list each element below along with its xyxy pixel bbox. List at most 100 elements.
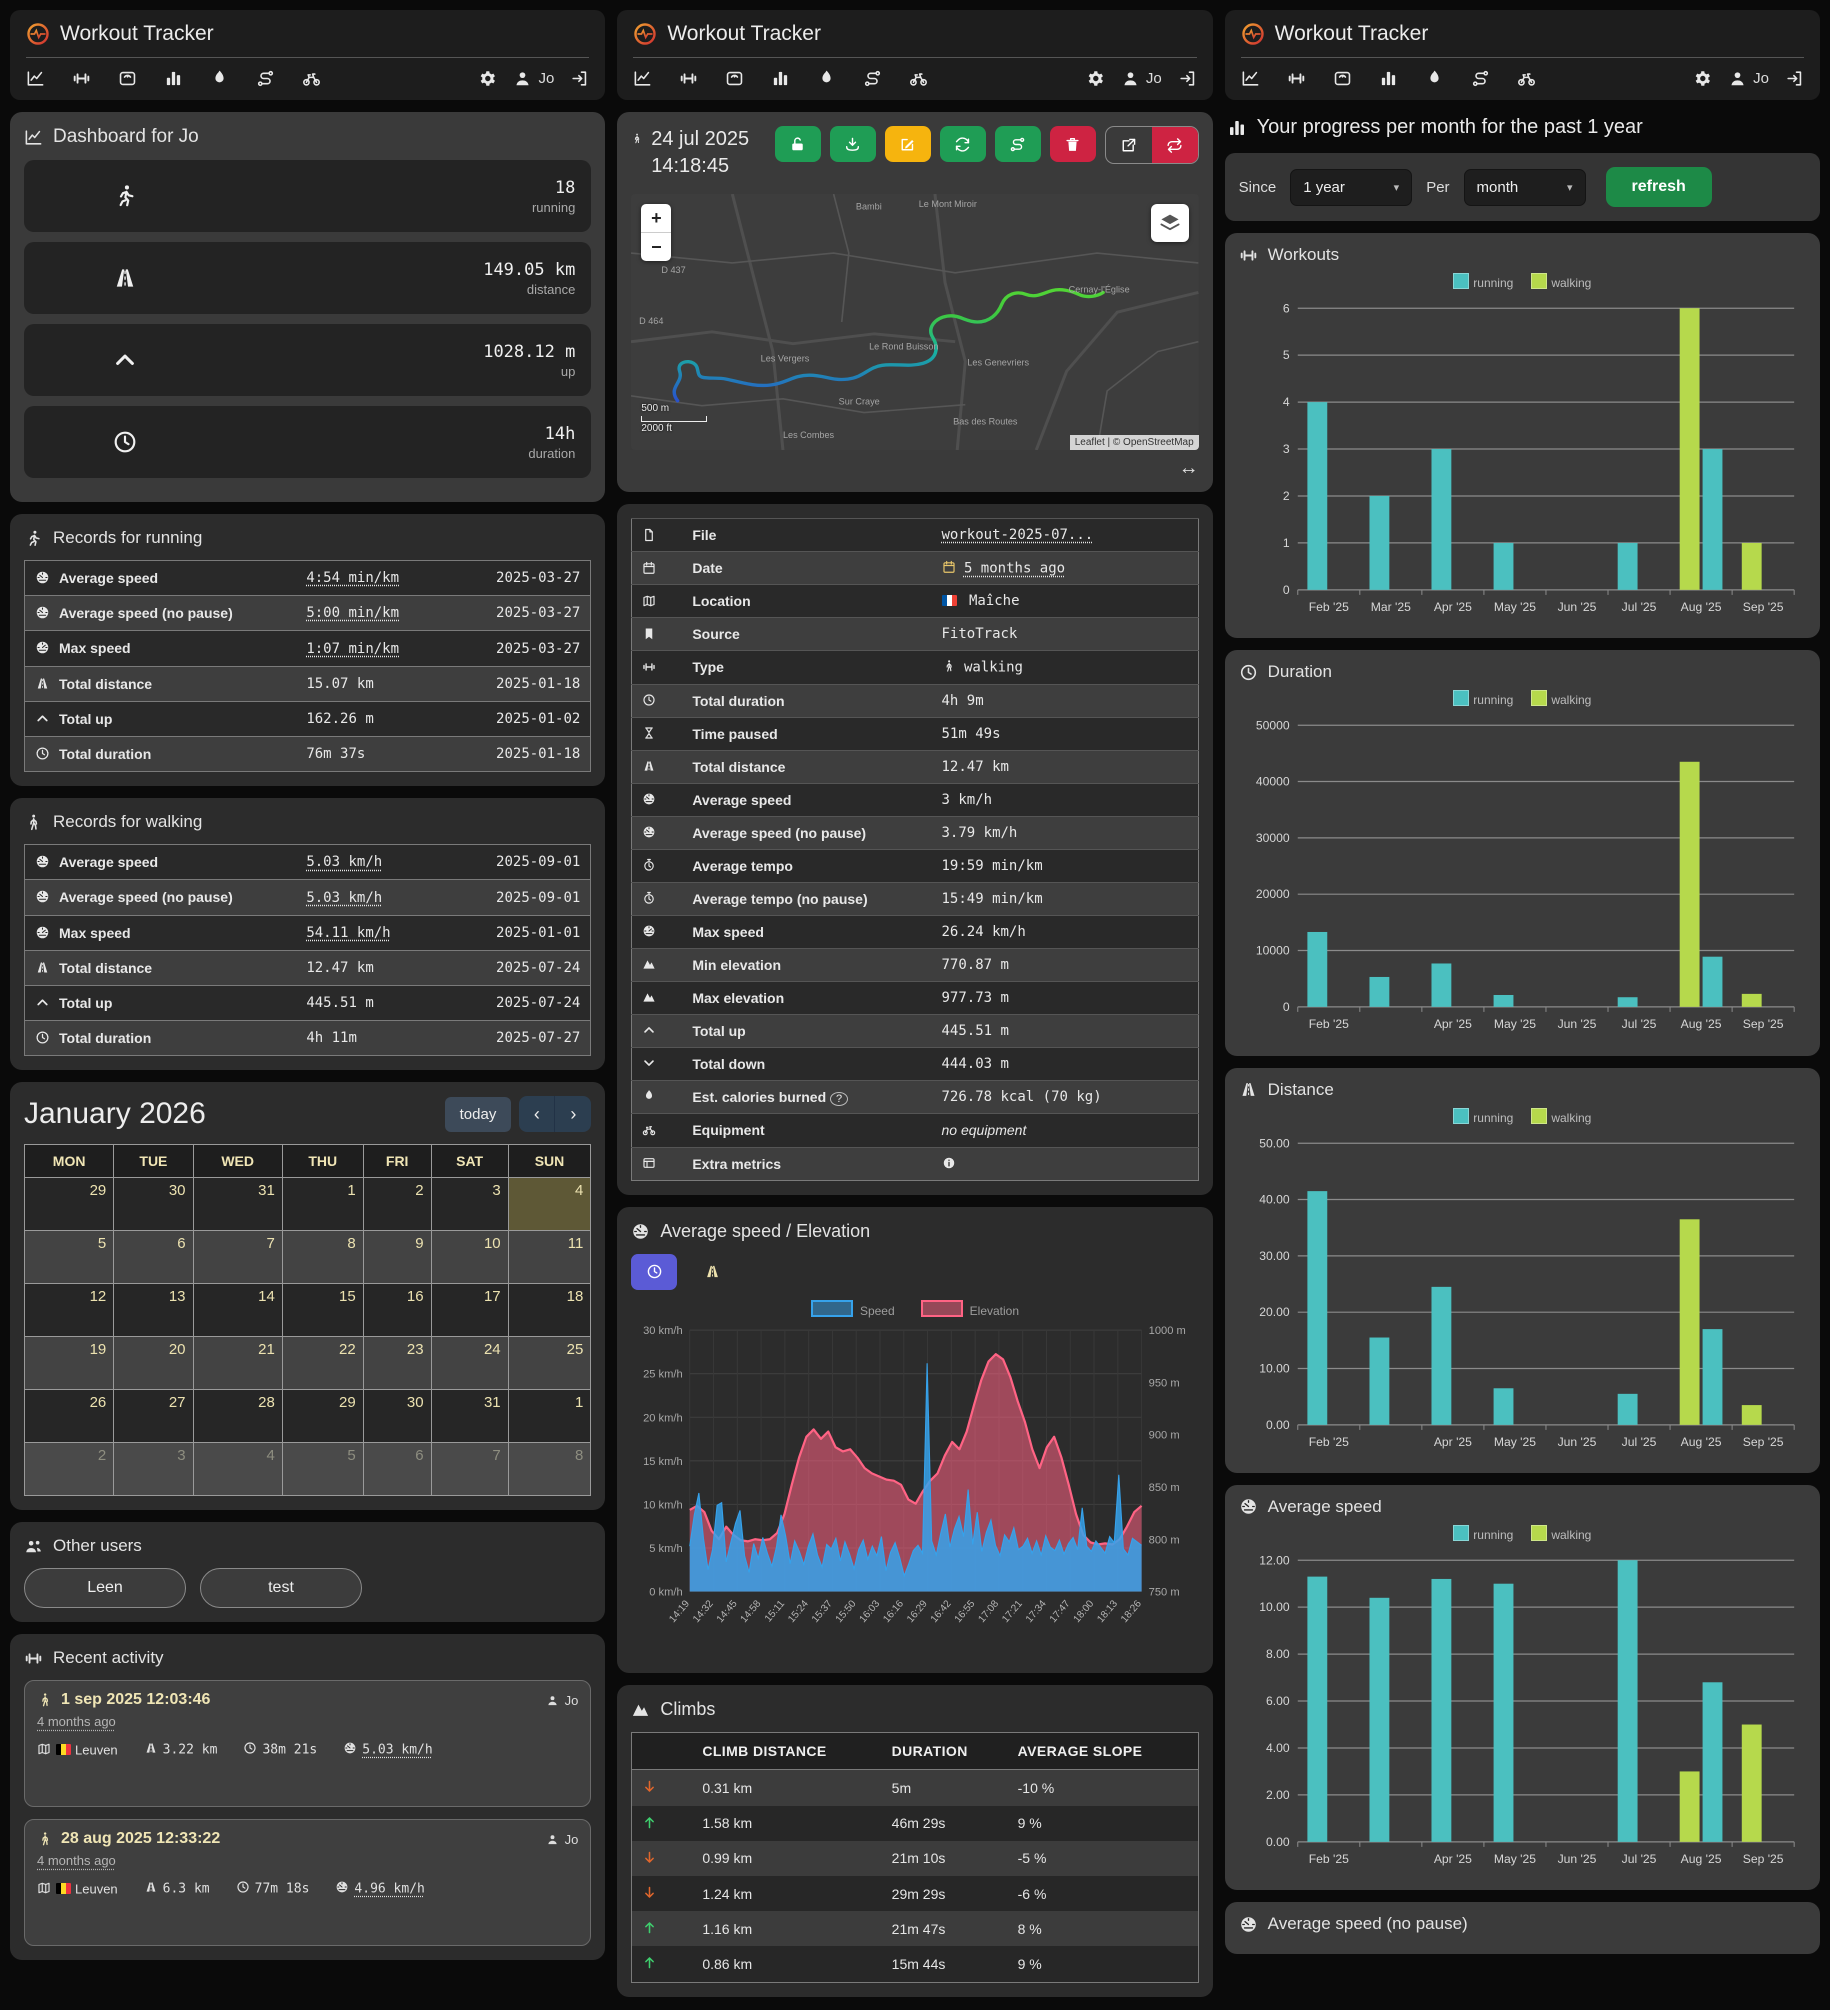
bar-chart-icon[interactable]	[771, 69, 790, 88]
calendar-day[interactable]: 4	[508, 1178, 591, 1231]
trash-button[interactable]	[1050, 126, 1096, 162]
calendar-day[interactable]: 29	[25, 1178, 114, 1231]
expand-map-icon[interactable]: ↔	[1179, 457, 1199, 479]
since-select[interactable]: 1 year ▾	[1290, 169, 1412, 206]
zoom-in-button[interactable]: +	[641, 204, 671, 233]
calendar-day[interactable]: 3	[431, 1178, 508, 1231]
help-icon[interactable]: ?	[830, 1092, 848, 1106]
calendar-day[interactable]: 30	[114, 1178, 193, 1231]
zoom-out-button[interactable]: −	[641, 233, 671, 261]
map-layers-button[interactable]	[1151, 204, 1189, 242]
settings-icon[interactable]	[1086, 69, 1105, 88]
bar-chart-icon[interactable]	[1379, 69, 1398, 88]
workout-map[interactable]: BambiLe Mont MiroirCernay-l'ÉgliseD 437D…	[631, 194, 1198, 450]
logout-icon[interactable]	[570, 69, 589, 88]
refresh-button[interactable]: refresh	[1606, 167, 1712, 207]
calendar-day[interactable]: 26	[25, 1390, 114, 1443]
calendar-day[interactable]: 9	[363, 1231, 431, 1284]
record-value[interactable]: 5.03 km/h	[296, 880, 466, 915]
calendar-day[interactable]: 2	[363, 1178, 431, 1231]
prev-month-button[interactable]: ‹	[519, 1096, 555, 1132]
route-icon[interactable]	[256, 69, 275, 88]
logout-icon[interactable]	[1178, 69, 1197, 88]
calendar-day[interactable]: 8	[282, 1231, 363, 1284]
calendar-day[interactable]: 8	[508, 1443, 591, 1496]
calendar-day[interactable]: 24	[431, 1337, 508, 1390]
logout-icon[interactable]	[1785, 69, 1804, 88]
calendar-day[interactable]: 4	[193, 1443, 282, 1496]
bike-icon[interactable]	[302, 69, 321, 88]
route-icon[interactable]	[863, 69, 882, 88]
record-value[interactable]: 5:00 min/km	[296, 596, 466, 631]
settings-icon[interactable]	[1693, 69, 1712, 88]
activity-speed[interactable]: 5.03 km/h	[343, 1741, 432, 1757]
flame-icon[interactable]	[817, 69, 836, 88]
user-pill-Leen[interactable]: Leen	[24, 1568, 186, 1608]
calendar-day[interactable]: 1	[508, 1390, 591, 1443]
distance-axis-toggle[interactable]	[689, 1254, 735, 1290]
route-button[interactable]	[995, 126, 1041, 162]
calendar-day[interactable]: 28	[193, 1390, 282, 1443]
calendar-day[interactable]: 11	[508, 1231, 591, 1284]
profile-button[interactable]: Jo	[1121, 69, 1162, 88]
bar-chart-icon[interactable]	[164, 69, 183, 88]
dumbbell-icon[interactable]	[72, 69, 91, 88]
settings-icon[interactable]	[478, 69, 497, 88]
calendar-day[interactable]: 5	[25, 1231, 114, 1284]
scale-icon[interactable]	[118, 69, 137, 88]
sync-button[interactable]	[940, 126, 986, 162]
repeat-button[interactable]	[1152, 127, 1198, 163]
next-month-button[interactable]: ›	[555, 1096, 591, 1132]
calendar-day[interactable]: 13	[114, 1284, 193, 1337]
bike-icon[interactable]	[1517, 69, 1536, 88]
edit-button[interactable]	[885, 126, 931, 162]
calendar-day[interactable]: 5	[282, 1443, 363, 1496]
calendar-day[interactable]: 23	[363, 1337, 431, 1390]
user-pill-test[interactable]: test	[200, 1568, 362, 1608]
record-value[interactable]: 1:07 min/km	[296, 631, 466, 666]
record-value[interactable]: 4:54 min/km	[296, 561, 466, 596]
calendar-day[interactable]: 31	[431, 1390, 508, 1443]
calendar-day[interactable]: 20	[114, 1337, 193, 1390]
per-select[interactable]: month ▾	[1464, 169, 1586, 206]
dumbbell-icon[interactable]	[1287, 69, 1306, 88]
calendar-day[interactable]: 14	[193, 1284, 282, 1337]
calendar-day[interactable]: 22	[282, 1337, 363, 1390]
calendar-day[interactable]: 2	[25, 1443, 114, 1496]
calendar-day[interactable]: 19	[25, 1337, 114, 1390]
calendar-day[interactable]: 7	[431, 1443, 508, 1496]
scale-icon[interactable]	[1333, 69, 1352, 88]
flame-icon[interactable]	[210, 69, 229, 88]
profile-button[interactable]: Jo	[1728, 69, 1769, 88]
activity-card[interactable]: 28 aug 2025 12:33:22Jo4 months agoLeuven…	[24, 1819, 591, 1946]
activity-card[interactable]: 1 sep 2025 12:03:46Jo4 months agoLeuven3…	[24, 1680, 591, 1807]
calendar-day[interactable]: 1	[282, 1178, 363, 1231]
calendar-day[interactable]: 17	[431, 1284, 508, 1337]
bike-icon[interactable]	[909, 69, 928, 88]
chart-line-icon[interactable]	[1241, 69, 1260, 88]
route-icon[interactable]	[1471, 69, 1490, 88]
calendar-day[interactable]: 3	[114, 1443, 193, 1496]
calendar-day[interactable]: 25	[508, 1337, 591, 1390]
calendar-day[interactable]: 21	[193, 1337, 282, 1390]
calendar-day[interactable]: 10	[431, 1231, 508, 1284]
record-value[interactable]: 5.03 km/h	[296, 845, 466, 880]
record-value[interactable]: 54.11 km/h	[296, 915, 466, 950]
unlock-button[interactable]	[775, 126, 821, 162]
activity-speed[interactable]: 4.96 km/h	[335, 1880, 424, 1896]
calendar-day[interactable]: 18	[508, 1284, 591, 1337]
calendar-day[interactable]: 31	[193, 1178, 282, 1231]
calendar-day[interactable]: 30	[363, 1390, 431, 1443]
calendar-day[interactable]: 29	[282, 1390, 363, 1443]
detail-value[interactable]: 5 months ago	[932, 552, 1199, 585]
flame-icon[interactable]	[1425, 69, 1444, 88]
calendar-day[interactable]: 16	[363, 1284, 431, 1337]
dumbbell-icon[interactable]	[679, 69, 698, 88]
calendar-day[interactable]: 27	[114, 1390, 193, 1443]
time-axis-toggle[interactable]	[631, 1254, 677, 1290]
profile-button[interactable]: Jo	[513, 69, 554, 88]
calendar-day[interactable]: 6	[363, 1443, 431, 1496]
scale-icon[interactable]	[725, 69, 744, 88]
today-button[interactable]: today	[445, 1097, 512, 1132]
chart-line-icon[interactable]	[26, 69, 45, 88]
